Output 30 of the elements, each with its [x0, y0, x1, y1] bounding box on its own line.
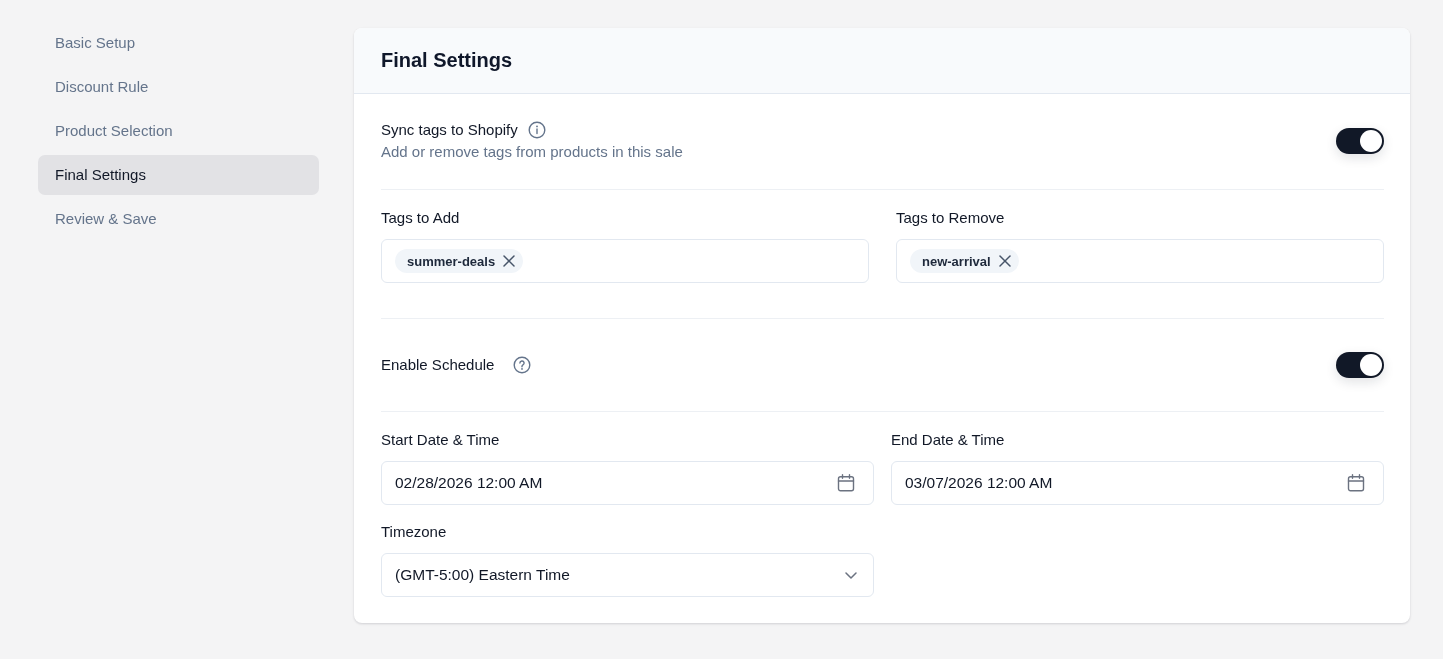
- chevron-down-icon[interactable]: [845, 571, 857, 579]
- tag-text: summer-deals: [407, 253, 496, 269]
- tag-text: new-arrival: [922, 253, 991, 269]
- sidebar-item[interactable]: Final Settings: [38, 155, 319, 195]
- date-time-input[interactable]: 02/28/2026 12:00 AM: [381, 461, 874, 505]
- field-label: Timezone: [381, 522, 448, 542]
- date-time-input[interactable]: 03/07/2026 12:00 AM: [891, 461, 1384, 505]
- timezone-select[interactable]: (GMT-5:00) Eastern Time: [381, 553, 874, 597]
- close-icon[interactable]: [998, 255, 1011, 267]
- field-label: End Date & Time: [891, 430, 1006, 450]
- tag-input-field[interactable]: summer-deals: [381, 239, 869, 283]
- toggle-switch[interactable]: [1336, 128, 1384, 154]
- field-label: Tags to Add: [381, 208, 461, 228]
- setting-description: Add or remove tags from products in this sale: [381, 142, 683, 162]
- card-title: Final Settings: [381, 49, 513, 72]
- calendar-icon[interactable]: [1347, 474, 1365, 492]
- toggle-switch[interactable]: [1336, 352, 1384, 378]
- field-label: Tags to Remove: [896, 208, 1006, 228]
- help-icon: [513, 356, 532, 374]
- calendar-icon[interactable]: [837, 474, 855, 492]
- setting-title: Enable Schedule: [381, 355, 495, 375]
- field-label: Start Date & Time: [381, 430, 501, 450]
- sidebar-item[interactable]: Basic Setup: [38, 23, 319, 63]
- info-icon: [527, 121, 546, 139]
- setting-title: Sync tags to Shopify: [381, 120, 518, 140]
- sidebar-item[interactable]: Product Selection: [38, 111, 319, 151]
- sidebar-item[interactable]: Review & Save: [38, 199, 319, 239]
- close-icon[interactable]: [503, 255, 516, 267]
- tag-input-field[interactable]: new-arrival: [896, 239, 1384, 283]
- sidebar-item[interactable]: Discount Rule: [38, 67, 319, 107]
